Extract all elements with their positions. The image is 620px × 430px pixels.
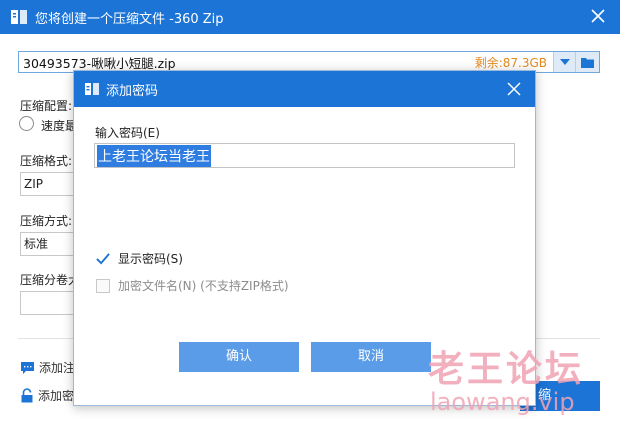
- password-value: 上老王论坛当老王: [97, 144, 211, 167]
- password-label: 输入密码(E): [95, 126, 160, 140]
- cancel-button[interactable]: 取消: [311, 342, 431, 372]
- add-comment-label[interactable]: 添加注: [39, 359, 75, 376]
- encrypt-filenames-checkbox: [96, 278, 110, 293]
- compress-config-label: 压缩配置:: [20, 99, 73, 113]
- dialog-titlebar: 添加密码: [74, 71, 535, 107]
- free-space-label: 剩余:87.3GB: [474, 55, 547, 70]
- confirm-button[interactable]: 确认: [179, 342, 299, 372]
- comment-icon: [21, 361, 34, 374]
- show-password-option[interactable]: 显示密码(S): [96, 250, 183, 267]
- close-icon[interactable]: [505, 80, 523, 98]
- password-input[interactable]: 上老王论坛当老王: [94, 143, 515, 168]
- browse-folder-button[interactable]: [575, 52, 599, 72]
- split-label: 压缩分卷大: [20, 273, 81, 287]
- split-size-input[interactable]: [20, 291, 80, 315]
- watermark-url: laowang.vip: [430, 388, 575, 416]
- speed-radio-label: 速度最: [41, 119, 78, 133]
- folder-icon: [581, 57, 594, 68]
- archive-filename[interactable]: 30493573-啾啾小短腿.zip: [19, 53, 475, 72]
- checkmark-icon: [96, 253, 110, 265]
- window-title: 您将创建一个压缩文件 -360 Zip: [35, 11, 224, 27]
- main-titlebar: 您将创建一个压缩文件 -360 Zip: [0, 0, 620, 34]
- zip-app-icon: [11, 10, 27, 24]
- encrypt-filenames-label: 加密文件名(N) (不支持ZIP格式): [118, 279, 289, 293]
- watermark-text: 老王论坛: [428, 349, 585, 390]
- dialog-title: 添加密码: [106, 83, 159, 99]
- close-icon[interactable]: [588, 6, 608, 26]
- add-password-link[interactable]: 添加密: [20, 387, 74, 404]
- method-select[interactable]: 标准: [20, 232, 80, 256]
- method-label: 压缩方式:: [20, 214, 73, 228]
- add-comment-link[interactable]: 添加注: [20, 359, 75, 376]
- encrypt-filenames-option: 加密文件名(N) (不支持ZIP格式): [96, 277, 289, 294]
- path-dropdown-button[interactable]: [553, 52, 575, 72]
- format-select[interactable]: ZIP: [20, 172, 80, 196]
- lock-icon: [21, 388, 33, 403]
- show-password-label: 显示密码(S): [118, 252, 183, 266]
- show-password-checkbox[interactable]: [96, 252, 110, 266]
- format-label: 压缩格式:: [20, 154, 73, 168]
- speed-radio[interactable]: [19, 116, 34, 131]
- zip-app-icon: [85, 83, 99, 95]
- add-password-label[interactable]: 添加密: [38, 387, 74, 404]
- chevron-down-icon: [559, 59, 570, 65]
